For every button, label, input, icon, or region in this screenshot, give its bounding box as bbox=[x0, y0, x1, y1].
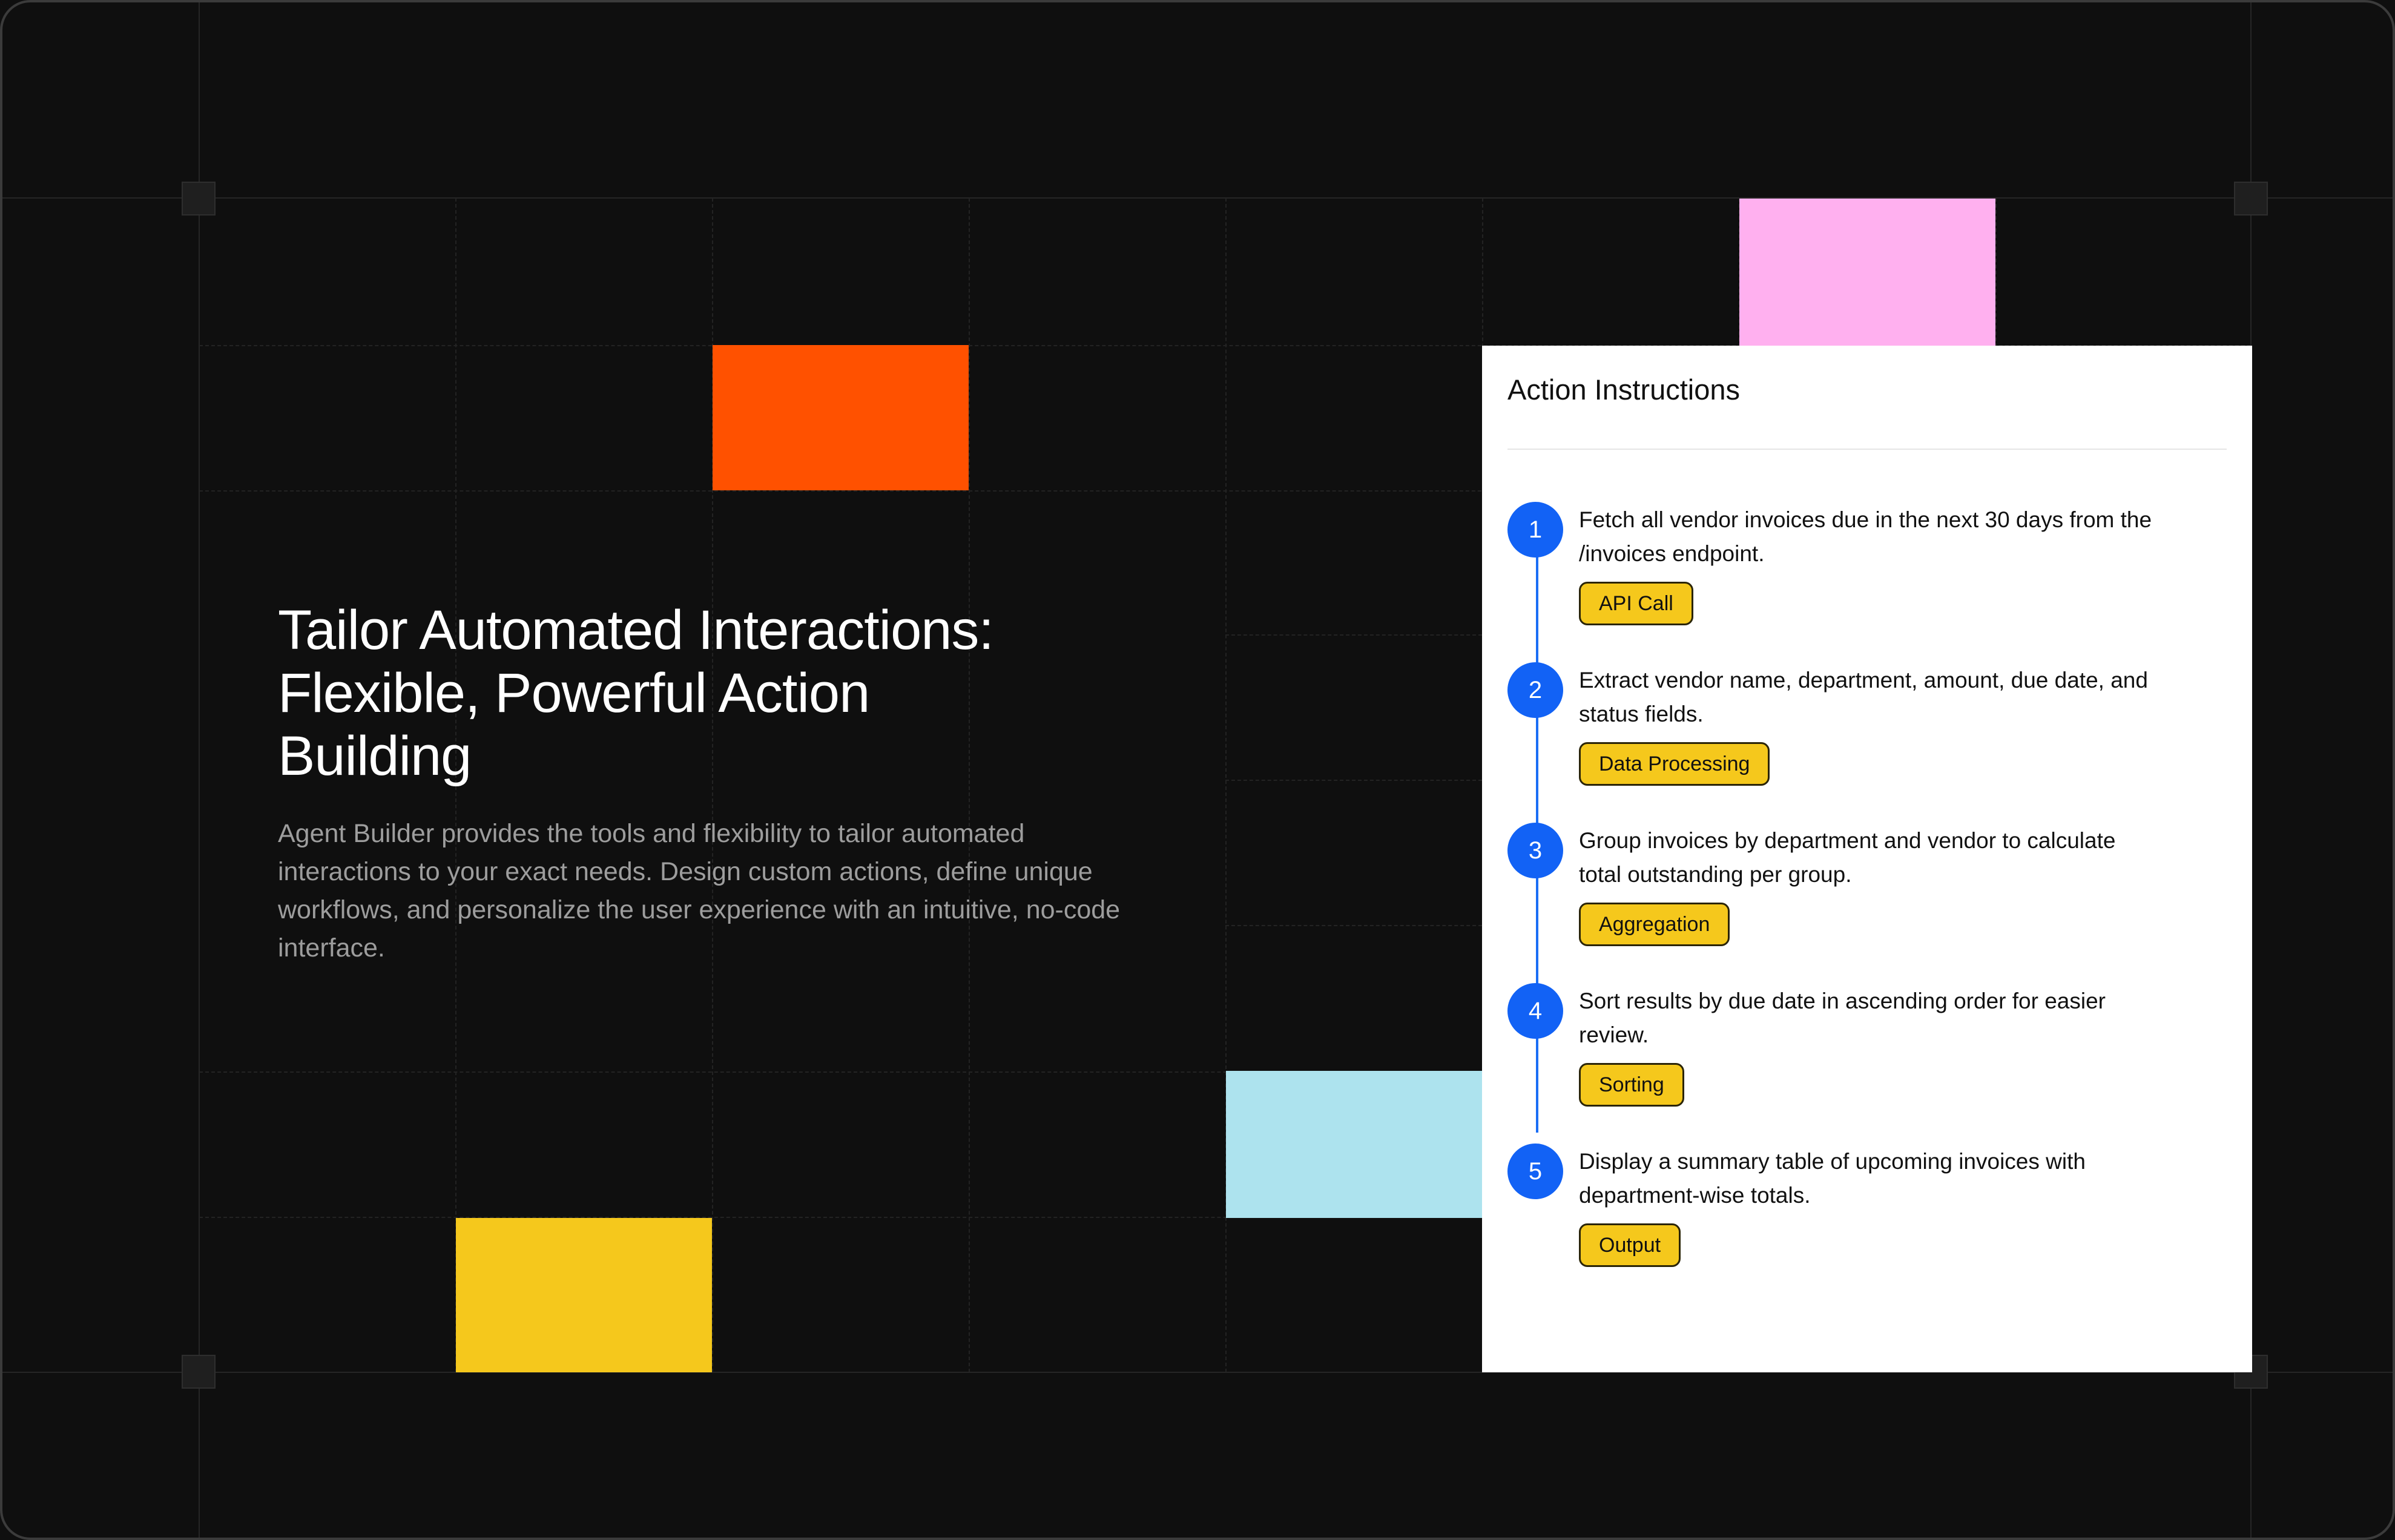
hero-headline: Tailor Automated Interactions: Flexible,… bbox=[278, 599, 1065, 788]
step-description: Fetch all vendor invoices due in the nex… bbox=[1579, 503, 2154, 571]
grid-row-line bbox=[1225, 780, 1482, 781]
step-description-line: department-wise totals. bbox=[1579, 1183, 1811, 1208]
step-tag[interactable]: Output bbox=[1579, 1223, 1681, 1267]
grid-row-line bbox=[1225, 925, 1482, 926]
step-number-badge: 5 bbox=[1507, 1143, 1563, 1199]
hero-description-line: workflows, and personalize the user expe… bbox=[278, 895, 1121, 924]
hero-description-line: interface. bbox=[278, 933, 385, 962]
action-instructions-card: Action Instructions 1 Fetch all vendor i… bbox=[1482, 346, 2252, 1372]
hero-description: Agent Builder provides the tools and fle… bbox=[278, 815, 1186, 967]
hero-headline-line: Flexible, Powerful Action bbox=[278, 662, 870, 724]
corner-handle-top-left[interactable] bbox=[182, 182, 216, 216]
hero-description-line: Agent Builder provides the tools and fle… bbox=[278, 819, 1025, 848]
corner-handle-top-right[interactable] bbox=[2234, 182, 2268, 216]
step-description-line: status fields. bbox=[1579, 702, 1704, 726]
pink-block bbox=[1739, 199, 1995, 346]
yellow-block bbox=[456, 1218, 712, 1372]
step-description-line: Group invoices by department and vendor … bbox=[1579, 828, 2116, 853]
light-blue-block bbox=[1226, 1071, 1483, 1218]
step-number-badge: 4 bbox=[1507, 983, 1563, 1039]
step-item: 1 Fetch all vendor invoices due in the n… bbox=[1507, 502, 2222, 635]
hero-headline-line: Tailor Automated Interactions: bbox=[278, 599, 994, 661]
step-description: Group invoices by department and vendor … bbox=[1579, 824, 2154, 892]
step-description-line: total outstanding per group. bbox=[1579, 862, 1852, 887]
card-divider bbox=[1507, 449, 2227, 450]
step-item: 4 Sort results by due date in ascending … bbox=[1507, 983, 2222, 1116]
grid-row-line bbox=[1225, 634, 1482, 636]
step-tag[interactable]: Data Processing bbox=[1579, 742, 1770, 786]
corner-handle-bottom-left[interactable] bbox=[182, 1355, 216, 1389]
step-item: 3 Group invoices by department and vendo… bbox=[1507, 823, 2222, 956]
frame-line-top bbox=[2, 197, 2393, 199]
frame-line-left bbox=[199, 2, 200, 1538]
step-item: 5 Display a summary table of upcoming in… bbox=[1507, 1143, 2222, 1277]
step-tag[interactable]: Sorting bbox=[1579, 1063, 1684, 1107]
step-description-line: review. bbox=[1579, 1022, 1649, 1047]
step-tag[interactable]: API Call bbox=[1579, 582, 1693, 625]
step-description: Extract vendor name, department, amount,… bbox=[1579, 663, 2154, 731]
step-number-badge: 3 bbox=[1507, 823, 1563, 878]
step-description-line: Display a summary table of upcoming invo… bbox=[1579, 1149, 2086, 1174]
step-description-line: Fetch all vendor invoices due in the nex… bbox=[1579, 507, 2152, 532]
step-tag[interactable]: Aggregation bbox=[1579, 903, 1730, 946]
step-number-badge: 2 bbox=[1507, 662, 1563, 718]
step-item: 2 Extract vendor name, department, amoun… bbox=[1507, 662, 2222, 795]
orange-block bbox=[713, 345, 969, 490]
card-title: Action Instructions bbox=[1507, 373, 1741, 406]
step-description-line: Sort results by due date in ascending or… bbox=[1579, 989, 2106, 1013]
canvas-frame: Tailor Automated Interactions: Flexible,… bbox=[0, 0, 2395, 1540]
step-description-line: /invoices endpoint. bbox=[1579, 541, 1765, 566]
hero-description-line: interactions to your exact needs. Design… bbox=[278, 857, 1093, 886]
step-number-badge: 1 bbox=[1507, 502, 1563, 558]
step-description: Sort results by due date in ascending or… bbox=[1579, 984, 2154, 1052]
hero-headline-line: Building bbox=[278, 725, 472, 787]
step-description-line: Extract vendor name, department, amount,… bbox=[1579, 668, 2148, 693]
step-description: Display a summary table of upcoming invo… bbox=[1579, 1145, 2154, 1213]
